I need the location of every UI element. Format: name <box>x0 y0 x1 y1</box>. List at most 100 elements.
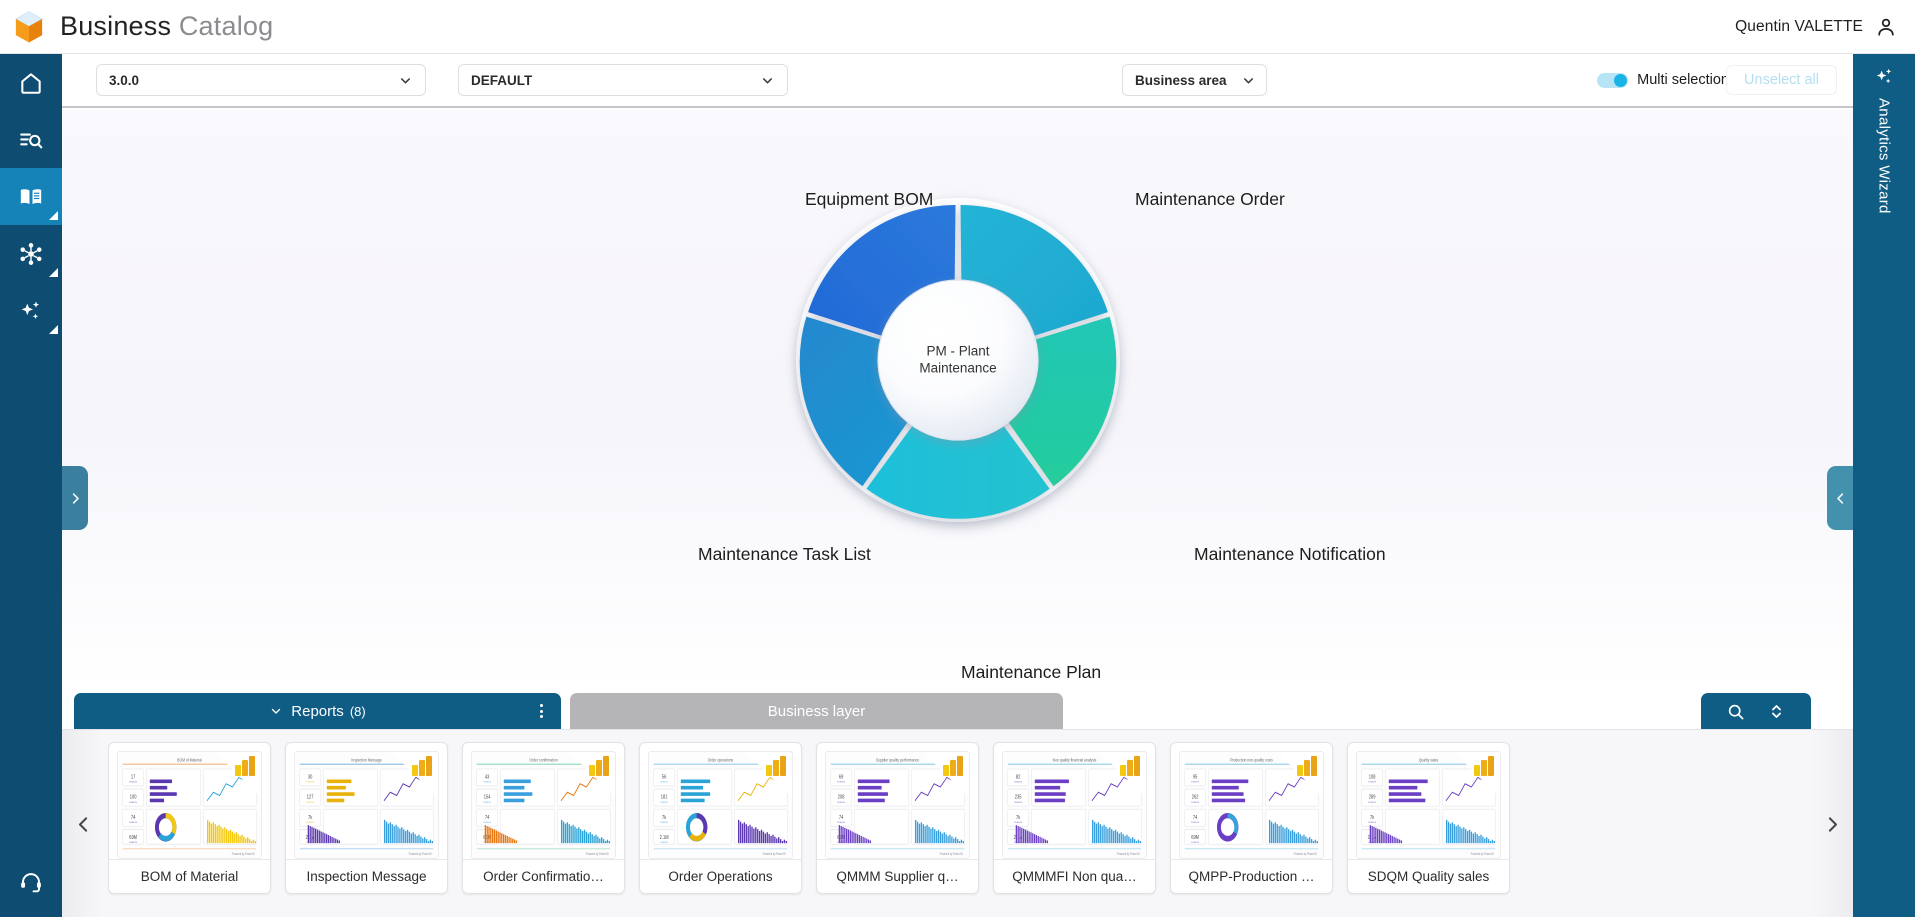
report-card-title: BOM of Material <box>109 859 270 893</box>
cube-icon <box>15 10 43 42</box>
user-icon[interactable] <box>1875 16 1897 38</box>
svg-text:Powered by Power BI: Powered by Power BI <box>1471 851 1494 856</box>
tab-business-layer[interactable]: Business layer <box>570 693 1063 729</box>
svg-text:74: 74 <box>1193 814 1198 820</box>
search-list-icon <box>20 133 43 148</box>
svg-text:measure: measure <box>483 821 492 824</box>
expand-left-panel-handle[interactable] <box>62 466 88 530</box>
donut-label-maintenance-task-list[interactable]: Maintenance Task List <box>698 544 871 565</box>
svg-text:measure: measure <box>1191 801 1200 804</box>
svg-text:Powered by Power BI: Powered by Power BI <box>1117 851 1140 856</box>
business-area-select-value: Business area <box>1135 72 1227 88</box>
report-card-title: SDQM Quality sales <box>1348 859 1509 893</box>
submenu-corner-indicator <box>49 211 58 220</box>
report-thumbnail: Quality sales 108 289 7k 2.1M measuremea… <box>1356 751 1501 859</box>
sidebar-item-catalog[interactable] <box>0 168 62 225</box>
page-title: Business Catalog <box>60 11 273 42</box>
collapse-right-panel-handle[interactable] <box>1827 466 1853 530</box>
svg-text:measure: measure <box>660 841 669 844</box>
svg-text:measure: measure <box>1014 780 1023 783</box>
svg-text:Order operations: Order operations <box>708 757 734 763</box>
report-card[interactable]: BOM of Material 17 100 74 69M measure mea… <box>108 742 271 894</box>
report-card[interactable]: Non quality financial analysis 82 235 7k… <box>993 742 1156 894</box>
chevron-left-icon <box>1836 492 1843 504</box>
chevron-right-icon <box>72 492 79 504</box>
svg-text:measure: measure <box>129 780 138 783</box>
multi-selection-control[interactable]: Multi selection <box>1597 72 1729 88</box>
svg-text:measure: measure <box>660 801 669 804</box>
business-area-select[interactable]: Business area <box>1122 64 1267 96</box>
version-select[interactable]: 3.0.0 <box>96 64 426 96</box>
report-thumbnail: Non quality financial analysis 82 235 7k… <box>1002 751 1147 859</box>
svg-text:43: 43 <box>485 774 490 780</box>
submenu-corner-indicator <box>49 325 58 334</box>
report-card[interactable]: Quality sales 108 289 7k 2.1M measuremea… <box>1347 742 1510 894</box>
tab-tools <box>1701 693 1811 729</box>
multi-selection-toggle[interactable] <box>1597 72 1629 88</box>
sidebar-item-search[interactable] <box>0 111 62 168</box>
report-card[interactable]: Production non-quality costs 95 262 74 6… <box>1170 742 1333 894</box>
donut-label-equipment-bom[interactable]: Equipment BOM <box>805 189 933 210</box>
report-card-title: QMMMFI Non qua… <box>994 859 1155 893</box>
analytics-wizard-panel[interactable]: Analytics Wizard <box>1853 54 1915 917</box>
brand-title-light: Catalog <box>178 11 274 41</box>
donut-label-maintenance-order[interactable]: Maintenance Order <box>1135 189 1285 210</box>
unselect-all-button[interactable]: Unselect all <box>1726 65 1837 95</box>
donut-label-maintenance-plan[interactable]: Maintenance Plan <box>961 662 1101 683</box>
brand[interactable]: Business Catalog <box>0 10 273 44</box>
svg-text:100: 100 <box>130 794 137 800</box>
profile-select[interactable]: DEFAULT <box>458 64 788 96</box>
left-nav-rail <box>0 54 62 917</box>
report-card[interactable]: Order operations 56 181 7k 2.1M measure m… <box>639 742 802 894</box>
svg-text:127: 127 <box>307 794 314 800</box>
expand-collapse-icon[interactable] <box>1767 702 1786 721</box>
svg-text:7k: 7k <box>1016 814 1021 820</box>
header-user-area[interactable]: Quentin VALETTE <box>1735 16 1915 38</box>
sidebar-item-support[interactable] <box>0 847 62 917</box>
report-card[interactable]: Inspection Message 30 127 7k 2.1M measur… <box>285 742 448 894</box>
carousel-next-button[interactable] <box>1811 730 1853 917</box>
svg-text:Non quality financial analysis: Non quality financial analysis <box>1053 757 1097 763</box>
power-bi-icon <box>1297 756 1319 776</box>
svg-text:Powered by Power BI: Powered by Power BI <box>586 851 609 856</box>
report-card[interactable]: Order confirmation 43 154 74 69M measure… <box>462 742 625 894</box>
svg-text:235: 235 <box>1015 794 1022 800</box>
svg-text:measure: measure <box>129 801 138 804</box>
svg-text:measure: measure <box>837 821 846 824</box>
report-card-title: QMPP-Production … <box>1171 859 1332 893</box>
svg-text:82: 82 <box>1016 774 1021 780</box>
report-card[interactable]: Supplier quality performance 69 208 74 6… <box>816 742 979 894</box>
user-name: Quentin VALETTE <box>1735 17 1863 35</box>
svg-text:Powered by Power BI: Powered by Power BI <box>940 851 963 856</box>
svg-text:17: 17 <box>131 774 136 780</box>
report-card-title: Order Confirmatio… <box>463 859 624 893</box>
sparkles-icon <box>1876 68 1892 84</box>
tab-reports-count: (8) <box>349 703 366 719</box>
svg-text:7k: 7k <box>308 814 313 820</box>
sidebar-item-home[interactable] <box>0 54 62 111</box>
power-bi-icon <box>589 756 611 776</box>
sidebar-item-insights[interactable] <box>0 282 62 339</box>
svg-text:measure: measure <box>660 821 669 824</box>
tab-reports[interactable]: Reports (8) <box>74 693 561 729</box>
sidebar-item-lineage[interactable] <box>0 225 62 282</box>
sparkles-icon <box>21 300 40 319</box>
svg-text:7k: 7k <box>1370 814 1375 820</box>
chevron-down-icon <box>269 704 283 718</box>
carousel-prev-button[interactable] <box>62 730 104 917</box>
search-icon[interactable] <box>1726 702 1745 721</box>
support-headset-icon <box>21 873 41 893</box>
svg-text:measure: measure <box>1368 821 1377 824</box>
svg-text:7k: 7k <box>662 814 667 820</box>
svg-text:Powered by Power BI: Powered by Power BI <box>409 851 432 856</box>
kebab-menu-icon[interactable] <box>540 704 543 718</box>
svg-text:Production non-quality costs: Production non-quality costs <box>1230 757 1273 763</box>
home-icon <box>21 72 41 94</box>
top-header: Business Catalog Quentin VALETTE <box>0 0 1915 54</box>
donut-svg <box>796 198 1120 522</box>
donut-label-maintenance-notification[interactable]: Maintenance Notification <box>1194 544 1386 565</box>
svg-text:measure: measure <box>1368 801 1377 804</box>
svg-text:measure: measure <box>1191 841 1200 844</box>
profile-select-value: DEFAULT <box>471 72 533 88</box>
tab-reports-label: Reports <box>291 702 344 720</box>
